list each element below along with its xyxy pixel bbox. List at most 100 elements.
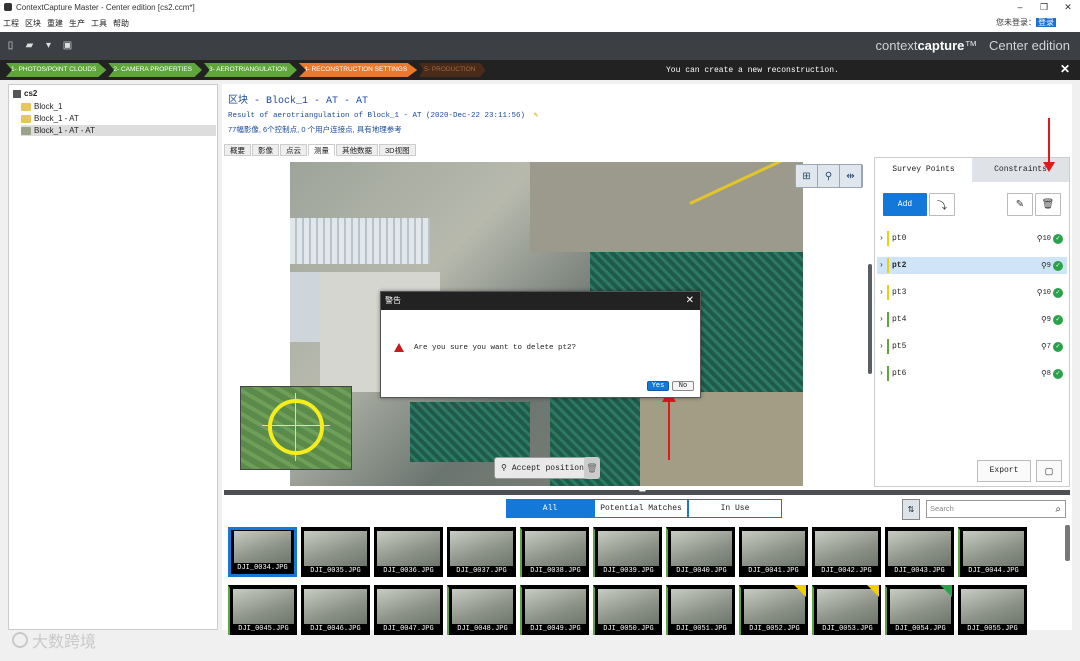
minimize-icon[interactable]: – [1008,0,1032,14]
image-icon[interactable]: ▣ [62,40,73,52]
chevron-right-icon[interactable]: › [879,261,887,270]
export-button[interactable]: Export [977,460,1031,482]
photo-thumbnail[interactable]: DJI_0034.JPG [228,527,297,577]
close-icon[interactable]: ✕ [1056,0,1080,14]
edit-pencil-icon[interactable]: ✎ [534,112,539,120]
survey-point-row[interactable]: › pt0 ⚲ 10 ✓ [877,230,1067,247]
thumbnails-scrollbar[interactable] [1065,525,1070,561]
photo-thumbnail[interactable]: DJI_0045.JPG [228,585,297,635]
login-link[interactable]: 登录 [1036,18,1056,27]
photo-thumbnail[interactable]: DJI_0039.JPG [593,527,662,577]
step-camera[interactable]: 2- CAMERA PROPERTIES [108,63,202,77]
menu-tools[interactable]: 工具 [91,18,107,29]
menu-production[interactable]: 生产 [69,18,85,29]
import-points-button[interactable]: ⤵ [929,193,955,216]
point-status-bar [887,366,889,381]
tree-item-block1[interactable]: Block_1 [21,101,216,112]
search-input[interactable]: Search ⌕ [926,500,1066,518]
survey-point-row[interactable]: › pt2 ⚲ 9 ✓ [877,257,1067,274]
add-button[interactable]: Add [883,193,927,216]
measure-icon[interactable]: ⇹ [840,165,862,187]
tab-survey-points[interactable]: Survey Points [875,158,972,182]
tab-general[interactable]: 概要 [224,144,251,156]
tab-pointclouds[interactable]: 点云 [280,144,307,156]
tab-additional-data[interactable]: 其他数据 [336,144,378,156]
photo-thumbnail[interactable]: DJI_0040.JPG [666,527,735,577]
photo-thumbnail[interactable]: DJI_0054.JPG [885,585,954,635]
panel-splitter[interactable]: •••• [224,488,1070,495]
edit-point-button[interactable]: ✎ [1007,193,1033,216]
menu-reconstruction[interactable]: 重建 [47,18,63,29]
filter-potential-matches[interactable]: Potential Matches [594,499,688,518]
tab-photos[interactable]: 影像 [252,144,279,156]
save-icon[interactable]: ▾ [43,40,54,52]
sort-icon: ⇅ [907,505,915,514]
tree-item-label: Block_1 [34,102,63,111]
fit-view-icon[interactable]: ⊞ [796,165,818,187]
photo-thumbnail[interactable]: DJI_0042.JPG [812,527,881,577]
new-file-icon[interactable]: ▯ [5,40,16,52]
photo-thumbnail[interactable]: DJI_0053.JPG [812,585,881,635]
markers-icon[interactable]: ⚲ [818,165,840,187]
photo-filter: All Potential Matches In Use [506,499,782,518]
accept-position-button[interactable]: ⚲ Accept position [494,457,591,479]
no-button[interactable]: No [672,381,694,391]
zoom-window [240,386,352,470]
chevron-right-icon[interactable]: › [879,342,887,351]
panel-scrollbar[interactable] [868,264,872,374]
workflow-close-icon[interactable]: ✕ [1060,62,1070,76]
survey-point-row[interactable]: › pt6 ⚲ 8 ✓ [877,365,1067,382]
photo-thumbnail[interactable]: DJI_0050.JPG [593,585,662,635]
survey-point-row[interactable]: › pt4 ⚲ 9 ✓ [877,311,1067,328]
photo-thumbnail[interactable]: DJI_0043.JPG [885,527,954,577]
photo-thumbnail[interactable]: DJI_0049.JPG [520,585,589,635]
menu-block[interactable]: 区块 [25,18,41,29]
photo-thumbnail[interactable]: DJI_0051.JPG [666,585,735,635]
block-icon [21,126,31,135]
copy-button[interactable]: ▢ [1036,460,1062,482]
photo-thumbnail[interactable]: DJI_0048.JPG [447,585,516,635]
photo-thumbnail[interactable]: DJI_0055.JPG [958,585,1027,635]
thumbnail-caption: DJI_0039.JPG [603,567,654,575]
chevron-right-icon[interactable]: › [879,234,887,243]
menu-project[interactable]: 工程 [3,18,19,29]
dialog-close-icon[interactable]: ✕ [686,292,694,310]
photo-thumbnail[interactable]: DJI_0038.JPG [520,527,589,577]
tab-3d-view[interactable]: 3D视图 [379,144,416,156]
tree-item-block1-at-at[interactable]: Block_1 - AT - AT [21,125,216,136]
chevron-right-icon[interactable]: › [879,288,887,297]
step-photos[interactable]: 1- PHOTOS/POINT CLOUDS [6,63,107,77]
tab-surveys[interactable]: 测量 [308,144,335,156]
menu-help[interactable]: 帮助 [113,18,129,29]
point-status-bar [887,231,889,246]
step-production[interactable]: 5- PRODUCTION [419,63,486,77]
tree-root[interactable]: cs2 [13,89,37,98]
yes-button[interactable]: Yes [647,381,669,391]
chevron-right-icon[interactable]: › [879,369,887,378]
filter-in-use[interactable]: In Use [688,499,782,518]
photo-thumbnail[interactable]: DJI_0044.JPG [958,527,1027,577]
sort-button[interactable]: ⇅ [902,499,920,520]
photo-thumbnail[interactable]: DJI_0037.JPG [447,527,516,577]
restore-icon[interactable]: ❐ [1032,0,1056,14]
page-title: 区块 - Block_1 - AT - AT [228,96,369,107]
window-title: ContextCapture Master - Center edition [… [16,2,195,12]
photo-thumbnail[interactable]: DJI_0052.JPG [739,585,808,635]
survey-point-row[interactable]: › pt5 ⚲ 7 ✓ [877,338,1067,355]
survey-point-row[interactable]: › pt3 ⚲ 10 ✓ [877,284,1067,301]
filter-all[interactable]: All [506,499,594,518]
open-folder-icon[interactable]: ▰ [24,40,35,52]
photo-thumbnail[interactable]: DJI_0047.JPG [374,585,443,635]
photo-thumbnail[interactable]: DJI_0036.JPG [374,527,443,577]
photo-thumbnail[interactable]: DJI_0041.JPG [739,527,808,577]
delete-point-button[interactable]: 🗑 [1035,193,1061,216]
step-aerotriangulation[interactable]: 3- AEROTRIANGULATION [204,63,297,77]
chevron-right-icon[interactable]: › [879,315,887,324]
construction-site [640,392,803,486]
photo-thumbnail[interactable]: DJI_0035.JPG [301,527,370,577]
building-roof [290,272,320,342]
step-reconstruction[interactable]: 4- RECONSTRUCTION SETTINGS [298,63,418,77]
photo-thumbnail[interactable]: DJI_0046.JPG [301,585,370,635]
tree-item-block1-at[interactable]: Block_1 - AT [21,113,216,124]
remove-measurement-button[interactable]: 🗑 [584,457,600,479]
